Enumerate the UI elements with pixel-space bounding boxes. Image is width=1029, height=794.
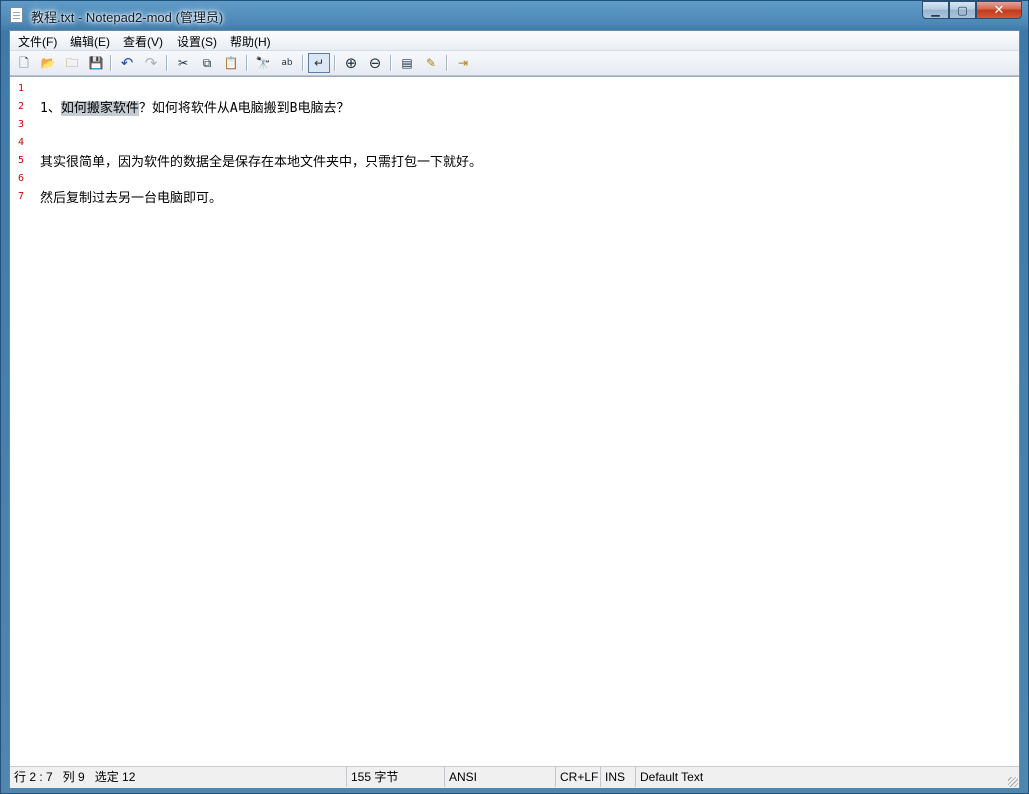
line-number: 4 (18, 137, 25, 148)
line-number: 7 (18, 191, 25, 202)
code-text: ？如何将软件从A电脑搬到B电脑去？ (138, 101, 350, 116)
code-line: 然后复制过去另一台电脑即可。 (40, 191, 223, 206)
zoom-in-icon[interactable]: ⊕ (342, 54, 360, 72)
line-number: 2 (18, 101, 25, 112)
window-title: 教程.txt - Notepad2-mod (管理员) (31, 10, 224, 25)
line-number: 1 (18, 83, 25, 94)
replace-icon[interactable]: ab (278, 54, 296, 72)
exit-icon[interactable]: ⇥ (454, 54, 472, 72)
scheme-icon[interactable]: ▤ (398, 54, 416, 72)
save-icon[interactable]: 💾 (87, 54, 105, 72)
status-size: 155 字节 (346, 767, 444, 787)
paste-icon[interactable]: 📋 (222, 54, 240, 72)
status-eol[interactable]: CR+LF (555, 767, 600, 787)
notepad-icon[interactable] (10, 7, 23, 23)
client-area: 文件(F) 编辑(E) 查看(V) 设置(S) 帮助(H) 🗋 📂 🗀 💾 ↶ … (9, 30, 1020, 788)
toolbar-separator (166, 55, 167, 71)
line-number: 3 (18, 119, 25, 130)
toolbar-separator (110, 55, 111, 71)
undo-icon[interactable]: ↶ (118, 54, 136, 72)
status-position: 行 2 : 7 列 9 选定 12 (14, 770, 136, 784)
browse-icon[interactable]: 🗀 (63, 54, 81, 72)
menu-settings[interactable]: 设置(S) (176, 33, 218, 50)
toolbar-separator (302, 55, 303, 71)
code-line: 1、如何搬家软件？如何将软件从A电脑搬到B电脑去？ (40, 97, 350, 116)
toolbar: 🗋 📂 🗀 💾 ↶ ↷ ✂ ⧉ 📋 🔭 ab ↵ ⊕ ⊖ ▤ ✎ ⇥ (10, 51, 1019, 76)
selected-text: 如何搬家软件 (60, 101, 139, 116)
status-lexer[interactable]: Default Text (635, 767, 1019, 787)
menu-help[interactable]: 帮助(H) (229, 33, 272, 50)
new-file-icon[interactable]: 🗋 (15, 54, 33, 72)
toolbar-separator (334, 55, 335, 71)
app-window: 教程.txt - Notepad2-mod (管理员) ▁ ▢ ✕ 文件(F) … (0, 0, 1029, 794)
open-folder-icon[interactable]: 📂 (39, 54, 57, 72)
status-mode[interactable]: INS (600, 767, 635, 787)
status-bar: 行 2 : 7 列 9 选定 12 155 字节 ANSI CR+LF INS … (10, 766, 1019, 788)
status-encoding[interactable]: ANSI (444, 767, 555, 787)
word-wrap-icon[interactable]: ↵ (308, 53, 330, 73)
title-bar[interactable]: 教程.txt - Notepad2-mod (管理员) ▁ ▢ ✕ (1, 1, 1028, 30)
maximize-button[interactable]: ▢ (949, 1, 976, 19)
toolbar-separator (390, 55, 391, 71)
redo-icon[interactable]: ↷ (142, 54, 160, 72)
code-line: 其实很简单，因为软件的数据全是保存在本地文件夹中，只需打包一下就好。 (40, 155, 483, 170)
customize-icon[interactable]: ✎ (422, 54, 440, 72)
text-editor[interactable]: 1 2 1、如何搬家软件？如何将软件从A电脑搬到B电脑去？ 3 4 5 其实很简… (10, 76, 1019, 766)
close-button[interactable]: ✕ (976, 1, 1022, 19)
find-icon[interactable]: 🔭 (254, 54, 272, 72)
copy-icon[interactable]: ⧉ (198, 54, 216, 72)
toolbar-separator (446, 55, 447, 71)
menu-bar: 文件(F) 编辑(E) 查看(V) 设置(S) 帮助(H) (10, 31, 1019, 51)
cut-icon[interactable]: ✂ (174, 54, 192, 72)
caption-buttons: ▁ ▢ ✕ (922, 1, 1022, 21)
menu-view[interactable]: 查看(V) (122, 33, 164, 50)
minimize-button[interactable]: ▁ (922, 1, 949, 19)
menu-edit[interactable]: 编辑(E) (69, 33, 111, 50)
menu-file[interactable]: 文件(F) (17, 33, 58, 50)
resize-grip[interactable] (1008, 777, 1018, 787)
line-number: 6 (18, 173, 25, 184)
toolbar-separator (246, 55, 247, 71)
code-text: 1、 (40, 101, 61, 116)
line-number: 5 (18, 155, 25, 166)
zoom-out-icon[interactable]: ⊖ (366, 54, 384, 72)
